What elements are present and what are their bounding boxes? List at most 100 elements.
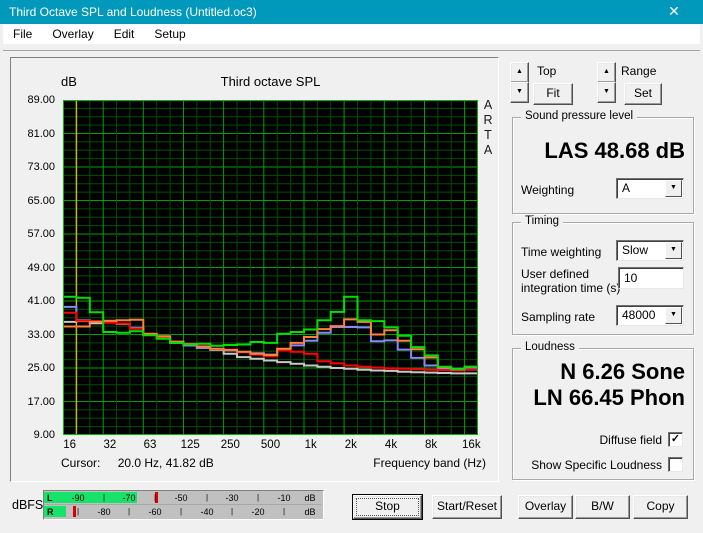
meter-channel-label-left: L	[47, 493, 53, 503]
top-down-spinner[interactable]: ▼	[510, 82, 529, 103]
weighting-dropdown-icon[interactable]: ▼	[665, 180, 682, 197]
menu-item-edit[interactable]: Edit	[104, 24, 145, 44]
integration-time-value: 10	[624, 271, 638, 285]
bw-button[interactable]: B/W	[575, 495, 630, 519]
integration-time-label: User defined integration time (s)	[521, 267, 621, 295]
close-icon[interactable]: ✕	[659, 0, 689, 24]
meter-unit-label: dB	[304, 507, 316, 517]
y-axis-labels: 89.00 81.00 73.00 65.00 57.00 49.00 41.00 33.00…	[11, 94, 58, 441]
y-tick-label: 33.00	[27, 328, 55, 341]
y-tick-label: 41.00	[27, 295, 55, 307]
weighting-label: Weighting	[521, 183, 575, 197]
y-tick-label: 81.00	[27, 127, 55, 140]
x-tick-label: 4k	[384, 439, 398, 451]
meter-row-left: L -90 -70 -50 -30 -10 | | | | dB	[44, 491, 321, 504]
cursor-value: 20.0 Hz, 41.82 dB	[117, 456, 214, 470]
x-tick-label: 63	[143, 439, 157, 451]
loudness-ln-value: LN 66.45 Phon	[533, 385, 685, 410]
spl-group: Sound pressure level LAS 48.68 dB Weight…	[512, 110, 694, 214]
set-button[interactable]: Set	[624, 83, 662, 105]
sampling-rate-value: 48000	[622, 308, 656, 322]
specific-loudness-checkbox[interactable]	[668, 457, 683, 472]
meter-scale-tick: |	[76, 507, 80, 516]
y-tick-label: 9.00	[33, 429, 55, 441]
meter-unit-label: dB	[304, 493, 316, 503]
x-axis-labels: 16 32 63 125 250 500 1k 2k 4k 8k 16k	[63, 439, 481, 454]
meter-scale-tick: |	[205, 493, 209, 502]
top-up-spinner[interactable]: ▲	[510, 62, 529, 83]
y-tick-label: 17.00	[27, 395, 55, 408]
menu-item-file[interactable]: File	[3, 24, 42, 44]
timing-group: Timing Time weighting Slow ▼ User define…	[512, 215, 694, 335]
chart-panel: dB Third octave SPL 89.00 81.00 73.00 65.00…	[10, 57, 499, 482]
spl-plot-svg[interactable]	[63, 100, 478, 435]
meter-scale-tick: |	[102, 493, 106, 502]
meter-scale-label: -40	[200, 507, 214, 517]
x-tick-label: 2k	[344, 439, 357, 451]
x-tick-label: 250	[220, 439, 240, 451]
range-down-spinner[interactable]: ▼	[597, 82, 616, 103]
dbfs-label: dBFS	[12, 498, 44, 512]
menu-item-setup[interactable]: Setup	[144, 24, 195, 44]
meter-scale-label: -30	[225, 493, 239, 503]
meter-row-right: R -80 -60 -40 -20 | | | | | dB	[44, 504, 321, 518]
copy-button[interactable]: Copy	[633, 495, 688, 519]
menu-divider	[3, 50, 700, 51]
y-tick-label: 65.00	[27, 194, 55, 207]
weighting-select[interactable]: A ▼	[616, 178, 684, 199]
start-reset-button[interactable]: Start/Reset	[432, 495, 502, 519]
y-tick-label: 49.00	[27, 261, 55, 274]
meter-scale-tick: |	[127, 507, 131, 516]
y-tick-label: 89.00	[27, 94, 55, 106]
meter-scale-tick: |	[256, 493, 260, 502]
time-weighting-select[interactable]: Slow ▼	[616, 240, 684, 261]
time-weighting-label: Time weighting	[521, 245, 602, 259]
meter-scale-tick: |	[153, 493, 157, 502]
y-tick-label: 57.00	[27, 228, 55, 240]
x-axis-title: Frequency band (Hz)	[373, 456, 486, 470]
overlay-button[interactable]: Overlay	[518, 495, 573, 519]
meter-peak-indicator-right	[73, 506, 76, 517]
specific-loudness-row: Show Specific Loudness	[531, 457, 683, 472]
title-bar: Third Octave SPL and Loudness (Untitled.…	[0, 0, 703, 24]
spl-group-legend: Sound pressure level	[521, 110, 638, 122]
x-tick-label: 1k	[304, 439, 317, 451]
y-tick-label: 25.00	[27, 362, 55, 374]
top-label: Top	[537, 64, 557, 78]
fit-button[interactable]: Fit	[533, 83, 573, 105]
time-weighting-value: Slow	[622, 243, 649, 257]
x-tick-label: 32	[103, 439, 117, 451]
sampling-rate-select[interactable]: 48000 ▼	[616, 305, 684, 326]
level-meter: L -90 -70 -50 -30 -10 | | | | dB R -80 -60 -40 -20 | |…	[43, 490, 324, 520]
meter-scale-label: -60	[148, 507, 162, 517]
meter-scale-label: -90	[71, 493, 85, 503]
range-up-spinner[interactable]: ▲	[597, 62, 616, 83]
diffuse-field-label: Diffuse field	[599, 432, 662, 447]
menu-item-overlay[interactable]: Overlay	[42, 24, 103, 44]
meter-scale-label: -70	[122, 493, 136, 503]
meter-scale-label: -50	[174, 493, 188, 503]
meter-scale-label: -80	[97, 507, 111, 517]
timing-group-legend: Timing	[521, 215, 564, 227]
loudness-n-value: N 6.26 Sone	[560, 359, 685, 384]
x-tick-label: 125	[180, 439, 200, 451]
chart-title: Third octave SPL	[220, 74, 321, 89]
range-label: Range	[621, 64, 657, 78]
x-tick-label: 16	[63, 439, 77, 451]
app-window: Third Octave SPL and Loudness (Untitled.…	[0, 0, 703, 533]
spl-plot[interactable]	[63, 100, 478, 435]
time-weighting-dropdown-icon[interactable]: ▼	[665, 242, 682, 259]
x-tick-label: 500	[260, 439, 281, 451]
x-tick-label: 16k	[462, 439, 481, 451]
weighting-value: A	[622, 181, 631, 195]
meter-scale-tick: |	[179, 507, 183, 516]
meter-scale-tick: |	[282, 507, 286, 516]
meter-channel-label-right: R	[47, 507, 54, 517]
loudness-group: Loudness N 6.26 Sone LN 66.45 Phon Diffu…	[512, 341, 694, 480]
integration-time-input[interactable]: 10	[618, 267, 684, 289]
specific-loudness-label: Show Specific Loudness	[531, 457, 662, 472]
sampling-rate-dropdown-icon[interactable]: ▼	[665, 307, 682, 324]
diffuse-field-checkbox[interactable]: ✓	[668, 432, 683, 447]
y-tick-label: 73.00	[27, 161, 55, 173]
stop-button[interactable]: Stop	[353, 495, 422, 519]
